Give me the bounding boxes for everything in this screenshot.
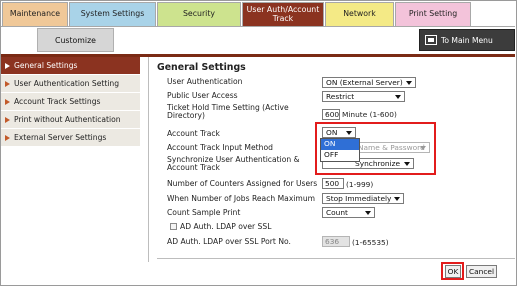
count-sample-value: Count [326, 208, 348, 217]
user-authentication-label: User Authentication [167, 77, 243, 86]
tab-user-auth-account-track[interactable]: User Auth/Account Track [242, 2, 324, 26]
account-track-input-method-label: Account Track Input Method [167, 143, 273, 152]
sidebar-item-label: Account Track Settings [14, 97, 101, 106]
page-title: General Settings [157, 62, 246, 73]
jobs-max-label: When Number of Jobs Reach Maximum [167, 194, 316, 203]
sidebar-item-print-without-authentication[interactable]: Print without Authentication [1, 111, 140, 129]
jobs-max-value: Stop Immediately [326, 194, 392, 203]
sidebar-item-label: User Authentication Setting [14, 79, 120, 88]
public-user-access-select[interactable]: Restrict [322, 91, 405, 102]
jobs-max-select[interactable]: Stop Immediately [322, 193, 404, 204]
tab-security[interactable]: Security [157, 2, 241, 26]
ticket-hold-time-input[interactable]: 600 [322, 109, 340, 120]
tab-customize[interactable]: Customize [37, 28, 114, 52]
sidebar-divider [148, 57, 149, 262]
ldap-port-label: AD Auth. LDAP over SSL Port No. [167, 237, 291, 246]
ticket-hold-time-label: Ticket Hold Time Setting (Active Directo… [167, 103, 289, 121]
sidebar-item-label: Print without Authentication [14, 115, 121, 124]
chevron-down-icon [394, 197, 400, 201]
count-sample-label: Count Sample Print [167, 208, 241, 217]
user-authentication-select[interactable]: ON (External Server) [322, 77, 416, 88]
ldap-ssl-checkbox[interactable] [170, 223, 177, 230]
tab-network[interactable]: Network [325, 2, 394, 26]
ldap-port-input[interactable]: 636 [322, 236, 350, 247]
footer-divider [157, 258, 515, 259]
ok-button[interactable]: OK [445, 265, 461, 278]
chevron-down-icon [406, 81, 412, 85]
sidebar-item-general-settings[interactable]: General Settings [1, 57, 140, 75]
highlight-box [315, 122, 436, 175]
count-sample-select[interactable]: Count [322, 207, 375, 218]
arrow-right-icon [5, 98, 10, 105]
arrow-right-icon [5, 62, 10, 69]
chevron-down-icon [395, 95, 401, 99]
counters-label: Number of Counters Assigned for Users [167, 179, 318, 188]
tab-print-setting[interactable]: Print Setting [395, 2, 471, 26]
public-user-access-label: Public User Access [167, 91, 238, 100]
to-main-menu-button[interactable]: To Main Menu [419, 29, 515, 51]
main-menu-icon [425, 35, 437, 45]
counters-input[interactable]: 500 [322, 178, 344, 189]
synchronize-label: Synchronize User Authentication & Accoun… [167, 155, 300, 173]
sidebar-item-label: External Server Settings [14, 133, 107, 142]
sidebar-item-external-server-settings[interactable]: External Server Settings [1, 129, 140, 147]
to-main-menu-label: To Main Menu [441, 35, 493, 45]
counters-unit: (1-999) [346, 180, 374, 189]
sidebar-item-account-track-settings[interactable]: Account Track Settings [1, 93, 140, 111]
public-user-access-value: Restrict [326, 92, 355, 101]
sidebar: General Settings User Authentication Set… [1, 57, 140, 147]
arrow-right-icon [5, 116, 10, 123]
tab-divider [1, 26, 515, 27]
ticket-hold-time-unit: Minute (1-600) [342, 110, 397, 119]
arrow-right-icon [5, 134, 10, 141]
tab-maintenance[interactable]: Maintenance [2, 2, 68, 26]
arrow-right-icon [5, 80, 10, 87]
account-track-label: Account Track [167, 129, 220, 138]
cancel-button[interactable]: Cancel [466, 265, 497, 278]
sidebar-item-label: General Settings [14, 61, 78, 70]
user-authentication-value: ON (External Server) [326, 78, 403, 87]
tab-system-settings[interactable]: System Settings [69, 2, 156, 26]
ldap-port-unit: (1-65535) [352, 238, 389, 247]
chevron-down-icon [365, 211, 371, 215]
ldap-ssl-label: AD Auth. LDAP over SSL [180, 222, 272, 231]
sidebar-item-user-authentication-setting[interactable]: User Authentication Setting [1, 75, 140, 93]
